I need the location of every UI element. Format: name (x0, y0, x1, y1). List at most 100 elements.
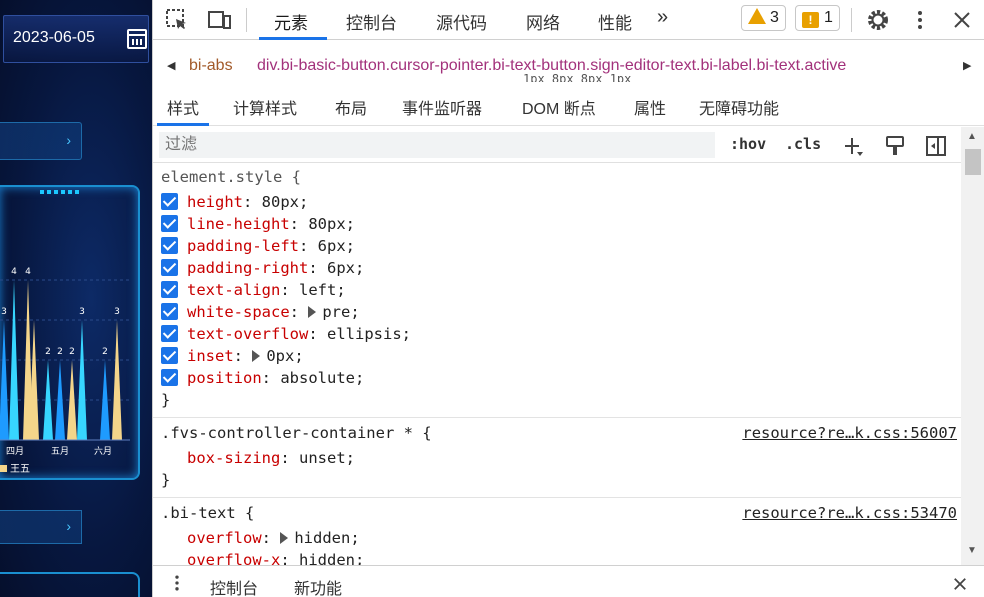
property-name[interactable]: overflow (187, 529, 262, 547)
breadcrumb-scroll-right-icon[interactable]: ▶ (963, 59, 971, 72)
dashboard-toggle-bar-2[interactable]: › (0, 510, 82, 544)
tab-accessibility[interactable]: 无障碍功能 (699, 95, 779, 119)
chart-bar[interactable] (9, 280, 19, 440)
date-picker[interactable]: 2023-06-05 (3, 15, 149, 63)
declaration-checkbox[interactable] (161, 303, 178, 320)
tab-computed[interactable]: 计算样式 (233, 95, 297, 119)
tab-styles[interactable]: 样式 (167, 95, 199, 119)
chart-bar[interactable] (112, 320, 122, 440)
property-value[interactable]: 0px; (266, 347, 303, 365)
hov-toggle[interactable]: :hov (730, 135, 766, 153)
close-icon[interactable] (950, 8, 974, 32)
property-name[interactable]: inset (187, 347, 234, 365)
declaration-checkbox[interactable] (161, 259, 178, 276)
tab-network[interactable]: 网络 (526, 9, 560, 34)
paint-format-icon[interactable] (883, 134, 907, 158)
expand-triangle-icon[interactable] (252, 350, 261, 362)
property-name[interactable]: white-space (187, 303, 290, 321)
property-value[interactable]: left; (299, 281, 346, 299)
rule-source-link[interactable]: resource?re…k.css:56007 (742, 424, 957, 442)
property-value[interactable]: unset; (299, 449, 355, 467)
expand-triangle-icon[interactable] (308, 306, 317, 318)
tab-properties[interactable]: 属性 (634, 95, 666, 119)
devtools-toolbar: 元素 控制台 源代码 网络 性能 » 3 ! 1 (153, 0, 984, 40)
property-value[interactable]: hidden; (294, 529, 359, 547)
property-name[interactable]: text-overflow (187, 325, 308, 343)
declaration-checkbox[interactable] (161, 237, 178, 254)
x-tick-label: 六月 (94, 445, 112, 457)
expand-triangle-icon[interactable] (280, 532, 289, 544)
breadcrumb: 1px 8px 8px 1px ◀ bi-abs div.bi-basic-bu… (153, 48, 984, 86)
style-rule: .fvs-controller-container * { resource?r… (153, 418, 961, 498)
declaration-checkbox[interactable] (161, 325, 178, 342)
property-name[interactable]: height (187, 193, 243, 211)
new-style-rule-icon[interactable] (841, 134, 865, 158)
property-value[interactable]: 6px; (318, 237, 355, 255)
tab-sources[interactable]: 源代码 (436, 9, 487, 34)
chart-bar[interactable] (0, 320, 9, 440)
styles-scrollbar[interactable]: ▲ ▼ (961, 127, 984, 565)
tab-performance[interactable]: 性能 (598, 9, 632, 34)
chart-bar[interactable] (77, 320, 87, 440)
scroll-down-icon[interactable]: ▼ (967, 545, 977, 556)
property-value[interactable]: pre; (322, 303, 359, 321)
style-declaration: padding-left: 6px; (161, 235, 355, 257)
property-value[interactable]: 80px; (262, 193, 309, 211)
property-value[interactable]: ellipsis; (327, 325, 411, 343)
tab-console[interactable]: 控制台 (346, 9, 397, 34)
rule-selector[interactable]: element.style { (161, 168, 301, 186)
issues-badge[interactable]: ! 1 (795, 5, 840, 31)
drawer-menu-icon[interactable] (167, 573, 187, 593)
property-value[interactable]: 6px; (327, 259, 364, 277)
declaration-checkbox[interactable] (161, 281, 178, 298)
tab-elements[interactable]: 元素 (274, 9, 308, 34)
property-value[interactable]: absolute; (280, 369, 364, 387)
property-name[interactable]: text-align (187, 281, 280, 299)
drawer-tab-whats-new[interactable]: 新功能 (294, 575, 342, 597)
tab-layout[interactable]: 布局 (335, 95, 367, 119)
property-name[interactable]: line-height (187, 215, 290, 233)
declaration-checkbox[interactable] (161, 193, 178, 210)
breadcrumb-item-current[interactable]: div.bi-basic-button.cursor-pointer.bi-te… (257, 57, 846, 75)
dashboard-panel: 2023-06-05 › 3 4 4 2 2 2 3 2 3 四月 五月 六月 王五 › (0, 0, 152, 597)
inspect-element-icon[interactable] (165, 8, 189, 32)
property-value[interactable]: 80px; (308, 215, 355, 233)
rule-source-link[interactable]: resource?re…k.css:53470 (742, 504, 957, 522)
filter-input[interactable] (159, 132, 715, 158)
property-name[interactable]: padding-right (187, 259, 308, 277)
active-tab-indicator (259, 37, 327, 40)
warnings-badge[interactable]: 3 (741, 5, 786, 31)
property-name[interactable]: overflow-x (187, 551, 280, 565)
property-name[interactable]: position (187, 369, 262, 387)
calendar-icon[interactable] (127, 29, 147, 49)
tab-event-listeners[interactable]: 事件监听器 (402, 95, 482, 119)
x-tick-label: 五月 (51, 446, 69, 457)
property-name[interactable]: padding-left (187, 237, 299, 255)
property-value[interactable]: hidden; (299, 551, 364, 565)
style-declaration: text-align: left; (161, 279, 346, 301)
issue-icon: ! (802, 12, 819, 28)
device-toolbar-icon[interactable] (207, 8, 231, 32)
dashboard-toggle-bar[interactable]: › (0, 122, 82, 160)
more-tabs-icon[interactable]: » (657, 6, 668, 29)
declaration-checkbox[interactable] (161, 347, 178, 364)
toggle-sidebar-icon[interactable] (924, 134, 948, 158)
breadcrumb-scroll-left-icon[interactable]: ◀ (167, 59, 175, 72)
declaration-checkbox[interactable] (161, 215, 178, 232)
cls-toggle[interactable]: .cls (785, 135, 821, 153)
bar-value-label: 2 (69, 347, 75, 357)
breadcrumb-item-prev[interactable]: bi-abs (189, 57, 233, 75)
rule-selector[interactable]: .bi-text { (161, 504, 254, 522)
close-drawer-icon[interactable] (951, 575, 969, 593)
toolbar-divider (246, 8, 247, 32)
gear-icon[interactable] (866, 8, 890, 32)
drawer-tab-console[interactable]: 控制台 (210, 575, 258, 597)
tab-dom-breakpoints[interactable]: DOM 断点 (522, 95, 596, 119)
more-options-icon[interactable] (908, 8, 932, 32)
scroll-up-icon[interactable]: ▲ (967, 131, 977, 142)
declaration-checkbox[interactable] (161, 369, 178, 386)
property-name[interactable]: box-sizing (187, 449, 280, 467)
style-declaration: padding-right: 6px; (161, 257, 364, 279)
rule-selector[interactable]: .fvs-controller-container * { (161, 424, 432, 442)
scrollbar-thumb[interactable] (965, 149, 981, 175)
